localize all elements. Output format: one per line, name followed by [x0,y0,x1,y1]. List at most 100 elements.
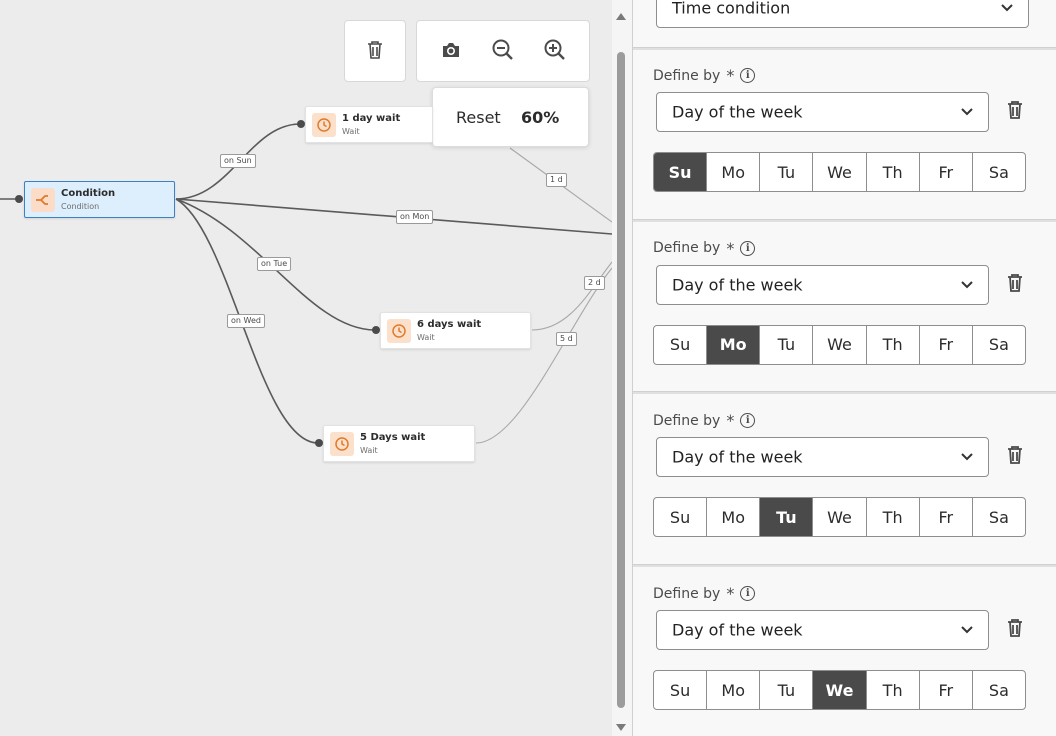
day-button-mo[interactable]: Mo [707,671,761,710]
zoom-level: 60% [521,107,560,127]
define-by-text: Define by [653,585,721,602]
delete-condition-trash-icon[interactable] [1004,272,1026,294]
day-button-th[interactable]: Th [867,671,920,710]
day-button-sa[interactable]: Sa [973,153,1025,191]
delete-toolbar [344,20,406,82]
day-button-we[interactable]: We [813,325,867,364]
condition-split-icon [31,188,55,212]
delete-condition-trash-icon[interactable] [1004,617,1026,639]
condition-node[interactable]: Condition Condition [24,181,175,218]
scroll-down-arrow-icon[interactable] [614,722,628,734]
wait-5d-in-port[interactable] [315,439,323,447]
day-button-su[interactable]: Su [654,498,708,537]
day-button-tu[interactable]: Tu [760,325,814,364]
define-by-text: Define by [653,412,721,429]
node-title: 1 day wait [342,113,401,124]
day-button-tu[interactable]: Tu [760,671,814,710]
day-button-we[interactable]: We [813,671,867,710]
day-button-mo[interactable]: Mo [707,325,761,364]
condition-group: Define by * i Day of the week Su Mo Tu We Th Fr Sa [633,48,1056,222]
node-subtitle: Wait [360,446,378,455]
node-subtitle: Wait [417,333,435,342]
delete-condition-trash-icon[interactable] [1004,444,1026,466]
define-by-select[interactable]: Day of the week [656,92,989,132]
scroll-up-arrow-icon[interactable] [614,10,628,22]
edge-label-5d[interactable]: 5 d [556,332,577,346]
day-of-week-picker: Su Mo Tu We Th Fr Sa [653,670,1026,711]
define-by-text: Define by [653,67,721,84]
define-by-value: Day of the week [672,620,803,640]
info-icon[interactable]: i [740,68,756,83]
day-button-su[interactable]: Su [654,153,708,191]
clock-icon [312,113,336,137]
day-button-th[interactable]: Th [867,325,920,364]
panel-scrollbar-thumb[interactable] [617,52,625,708]
wait-6d-in-port[interactable] [372,326,380,334]
chevron-down-icon [961,626,973,634]
trash-icon[interactable] [360,35,390,65]
zoom-in-icon[interactable] [540,35,570,65]
camera-icon[interactable] [436,35,466,65]
zoom-popover: Reset 60% [432,87,589,147]
info-icon[interactable]: i [740,586,756,602]
day-button-sa[interactable]: Sa [973,671,1025,709]
edge-2d [531,261,612,331]
day-button-sa[interactable]: Sa [973,326,1025,364]
day-button-fr[interactable]: Fr [920,153,973,191]
day-button-su[interactable]: Su [654,671,708,710]
define-by-select[interactable]: Day of the week [656,437,989,478]
condition-group: Define by * i Day of the week Su Mo Tu We Th Fr Sa [633,566,1056,736]
edge-label-on-sun[interactable]: on Sun [220,154,256,168]
chevron-down-icon [961,108,973,116]
node-title: 6 days wait [417,319,482,330]
edge-label-on-wed[interactable]: on Wed [227,314,265,328]
condition-type-select[interactable]: Time condition [656,0,1029,28]
day-button-we[interactable]: We [813,153,867,191]
day-of-week-picker: Su Mo Tu We Th Fr Sa [653,152,1026,192]
define-by-select[interactable]: Day of the week [656,264,989,305]
day-button-fr[interactable]: Fr [920,671,973,710]
wait-node-5-days[interactable]: 5 Days wait Wait [323,425,475,462]
day-of-week-picker: Su Mo Tu We Th Fr Sa [653,324,1026,365]
info-icon[interactable]: i [740,413,756,429]
wait-node-1-day[interactable]: 1 day wait Wait [305,106,433,143]
day-button-su[interactable]: Su [654,325,708,364]
node-subtitle: Wait [342,127,360,136]
day-button-we[interactable]: We [813,498,867,537]
define-by-value: Day of the week [672,447,803,467]
day-of-week-picker: Su Mo Tu We Th Fr Sa [653,497,1026,538]
day-button-th[interactable]: Th [867,498,920,537]
delete-condition-trash-icon[interactable] [1004,99,1026,121]
node-title: 5 Days wait [360,432,426,443]
edge-label-1d[interactable]: 1 d [546,173,567,187]
wait-1d-in-port[interactable] [297,120,305,128]
zoom-out-icon[interactable] [488,35,518,65]
define-by-label: Define by * i [653,411,756,430]
edge-label-2d[interactable]: 2 d [584,276,605,290]
info-icon[interactable]: i [740,240,756,256]
node-title: Condition [61,188,116,199]
day-button-mo[interactable]: Mo [707,498,761,537]
day-button-tu[interactable]: Tu [760,153,814,191]
chevron-down-icon [961,453,973,461]
edge-label-on-mon[interactable]: on Mon [396,210,434,224]
zoom-reset-button[interactable]: Reset [456,108,501,127]
properties-panel: Time condition Define by * i Day of the wee… [632,0,1056,736]
day-button-sa[interactable]: Sa [973,498,1025,536]
edge-label-on-tue[interactable]: on Tue [257,257,292,271]
day-button-fr[interactable]: Fr [920,325,973,364]
clock-icon [330,432,354,456]
day-button-th[interactable]: Th [867,153,920,191]
define-by-select[interactable]: Day of the week [656,610,989,651]
define-by-label: Define by * i [653,238,756,258]
condition-group: Define by * i Day of the week Su Mo Tu We Th Fr Sa [633,221,1056,395]
view-toolbar [416,20,590,82]
edge-5d [475,267,612,444]
required-mark: * [726,238,735,258]
day-button-mo[interactable]: Mo [707,153,761,191]
journey-canvas[interactable]: Reset 60% Condition Condition 1 day wait… [0,0,612,736]
wait-node-6-days[interactable]: 6 days wait Wait [380,312,531,349]
day-button-tu[interactable]: Tu [760,498,814,537]
condition-in-port[interactable] [15,195,23,203]
day-button-fr[interactable]: Fr [920,498,973,537]
